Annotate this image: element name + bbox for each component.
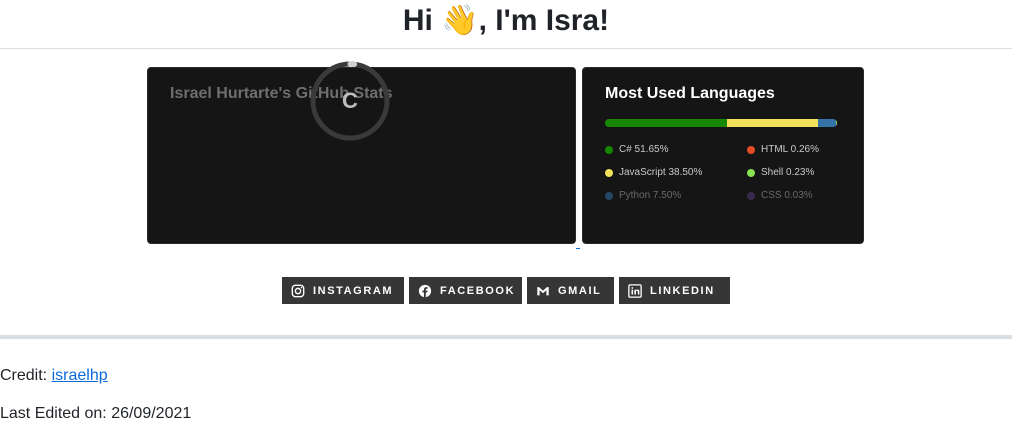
social-buttons: INSTAGRAM FACEBOOK GMAIL LINKEDIN	[0, 277, 1012, 304]
last-edited-text: Last Edited on: 26/09/2021	[0, 405, 192, 422]
linkedin-button[interactable]: LINKEDIN	[619, 277, 730, 304]
section-divider	[0, 335, 1012, 339]
rank-letter: C	[342, 88, 358, 113]
language-bar-segment	[605, 119, 728, 127]
language-label: HTML 0.26%	[761, 144, 819, 155]
link-underline-fragment	[576, 248, 580, 249]
facebook-button[interactable]: FACEBOOK	[409, 277, 522, 304]
language-label: CSS 0.03%	[761, 190, 813, 201]
language-dot	[605, 145, 613, 154]
gmail-label: GMAIL	[558, 284, 602, 297]
language-label: Shell 0.23%	[761, 167, 815, 178]
language-dot	[605, 168, 613, 177]
linkedin-icon	[628, 283, 642, 298]
language-bar-segment	[818, 119, 836, 127]
instagram-icon	[291, 284, 305, 297]
language-label: C# 51.65%	[619, 144, 669, 155]
title-divider	[0, 48, 1012, 49]
gmail-button[interactable]: GMAIL	[527, 277, 614, 304]
credit-link[interactable]: israelhp	[52, 367, 108, 384]
language-label: JavaScript 38.50%	[619, 167, 703, 178]
page-title: Hi 👋, I'm Isra!	[402, 4, 610, 37]
linkedin-label: LINKEDIN	[650, 284, 715, 297]
language-item-csharp: C# 51.65%	[605, 144, 668, 155]
language-dot	[605, 191, 613, 200]
language-item-shell: Shell 0.23%	[747, 167, 814, 178]
language-item-css: CSS 0.03%	[747, 190, 813, 201]
credit-prefix: Credit:	[0, 367, 52, 384]
language-item-html: HTML 0.26%	[747, 144, 819, 155]
languages-card-title: Most Used Languages	[605, 85, 775, 102]
facebook-label: FACEBOOK	[440, 284, 516, 297]
language-label: Python 7.50%	[619, 190, 682, 201]
credit-line: Credit: israelhp	[0, 367, 108, 385]
language-item-python: Python 7.50%	[605, 190, 681, 201]
instagram-button[interactable]: INSTAGRAM	[282, 277, 404, 304]
language-dot	[747, 145, 755, 154]
facebook-icon	[418, 284, 432, 297]
language-bar-segment	[727, 119, 819, 127]
language-item-javascript: JavaScript 38.50%	[605, 167, 702, 178]
languages-progress-bar	[605, 119, 837, 127]
gmail-icon	[537, 286, 549, 295]
instagram-label: INSTAGRAM	[313, 284, 394, 297]
language-dot	[747, 191, 755, 200]
language-dot	[747, 168, 755, 177]
languages-card[interactable]: Most Used Languages C# 51.65% JavaScript…	[582, 67, 864, 244]
